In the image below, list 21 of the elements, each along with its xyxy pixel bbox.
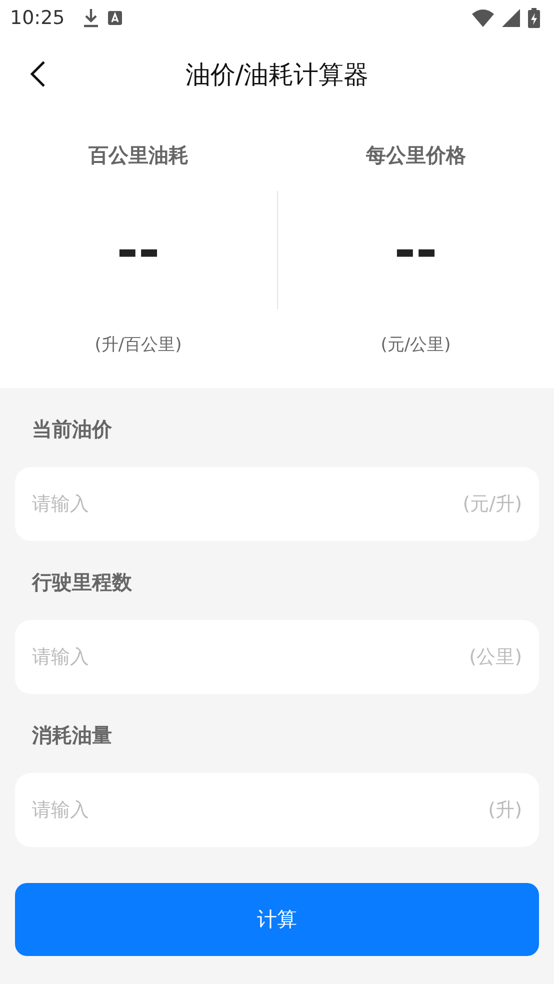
battery-icon <box>528 8 540 28</box>
result-value: -- <box>394 225 438 277</box>
field-label: 当前油价 <box>31 416 113 443</box>
result-unit: (元/公里) <box>380 334 451 356</box>
unit-label: (升) <box>488 798 522 823</box>
field-label: 消耗油量 <box>30 722 113 749</box>
signal-icon <box>502 9 520 27</box>
field-label: 行驶里程数 <box>30 569 133 596</box>
back-icon[interactable] <box>30 60 46 88</box>
result-value: -- <box>116 225 160 277</box>
unit-label: (公里) <box>469 645 522 670</box>
status-time: 10:25 <box>10 7 65 29</box>
calculate-button[interactable]: 计算 <box>15 883 539 956</box>
wifi-icon <box>472 9 494 27</box>
result-label: 百公里油耗 <box>88 142 188 169</box>
download-icon <box>82 8 99 28</box>
result-label: 每公里价格 <box>366 142 466 169</box>
unit-label: (元/升) <box>462 492 522 517</box>
result-unit: (升/百公里) <box>94 334 182 356</box>
notification-icon <box>106 10 123 26</box>
page-title: 油价/油耗计算器 <box>185 58 369 90</box>
